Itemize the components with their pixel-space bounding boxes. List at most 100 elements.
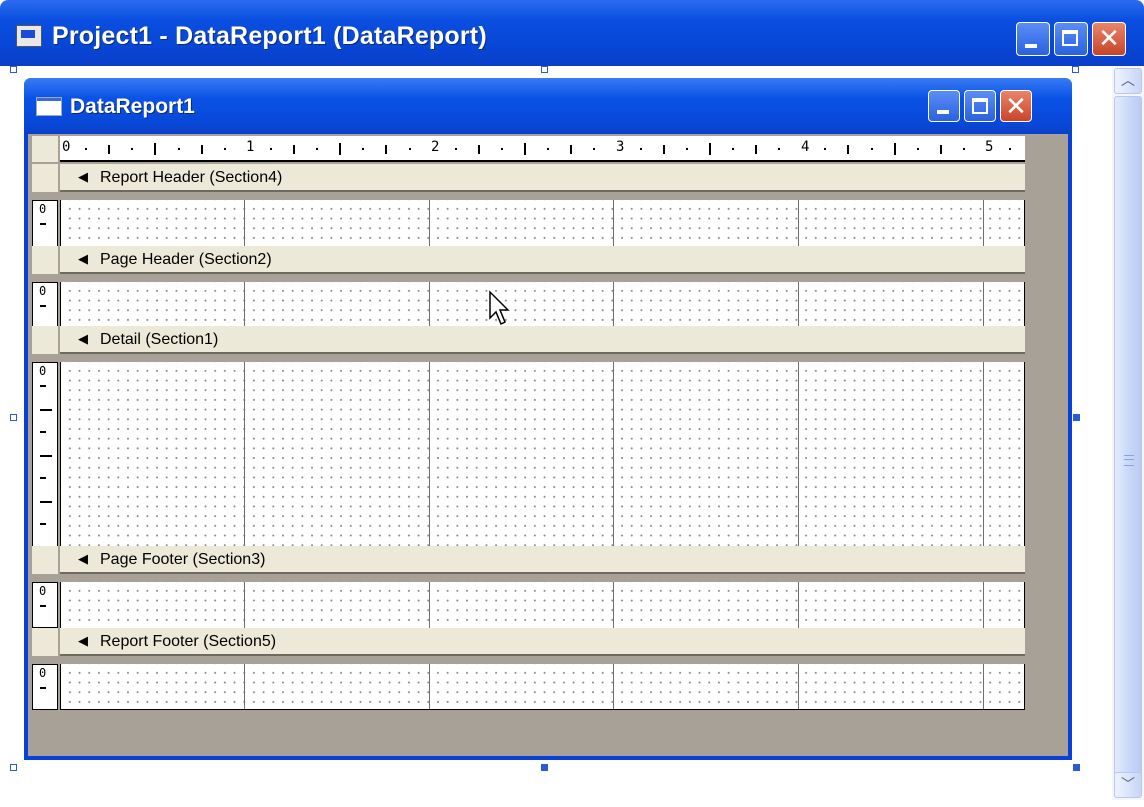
section-bar-corner: [32, 326, 58, 354]
grid-line: [428, 200, 430, 248]
section-label: Detail (Section1): [100, 331, 219, 348]
ruler-tick: [524, 143, 526, 155]
ruler-dot: [108, 145, 111, 154]
section-bar-corner: [32, 628, 58, 656]
grid-line: [243, 582, 245, 628]
section-label: Report Footer (Section5): [100, 633, 277, 650]
resize-handle[interactable]: [10, 414, 17, 421]
ruler-dot: [847, 145, 850, 154]
grid-line: [798, 362, 800, 548]
vb-project-icon: [16, 25, 42, 47]
section-body-page-header[interactable]: [60, 282, 1025, 328]
ruler-label: 0: [39, 364, 47, 378]
outer-title-bar[interactable]: Project1 - DataReport1 (DataReport) ✕: [0, 0, 1144, 66]
vertical-ruler: 0: [32, 362, 58, 548]
grid-line: [243, 362, 245, 548]
grid-line: [983, 664, 984, 709]
section-label: Page Footer (Section3): [100, 551, 266, 568]
grid-line: [983, 282, 984, 328]
ruler-label: 0: [39, 666, 47, 680]
ruler-dot: [293, 145, 295, 154]
grid-line: [243, 664, 245, 709]
section-bar-detail[interactable]: ◀ Detail (Section1): [60, 326, 1025, 354]
ruler-label: 3: [616, 139, 625, 155]
resize-handle[interactable]: [1073, 764, 1080, 771]
ruler-label: 4: [801, 139, 810, 155]
section-body-detail[interactable]: [60, 362, 1025, 548]
ruler-dot: [824, 148, 827, 150]
ruler-dot: [639, 148, 642, 150]
ruler-tick: [708, 143, 711, 155]
section-bar-report-header[interactable]: ◀ Report Header (Section4): [60, 164, 1025, 192]
ruler-dot: [547, 148, 550, 150]
resize-handle[interactable]: [1073, 414, 1080, 421]
ruler-dot: [685, 148, 688, 150]
ruler-label: 0: [62, 139, 71, 155]
close-icon: ✕: [1005, 92, 1027, 122]
grid-line: [243, 282, 245, 328]
section-bar-page-footer[interactable]: ◀ Page Footer (Section3): [60, 546, 1025, 574]
ruler-dot: [570, 145, 573, 154]
grid-line: [798, 282, 800, 328]
ruler-dot: [85, 148, 88, 150]
grid-line: [428, 362, 430, 548]
ruler-tick: [893, 143, 896, 155]
scroll-up-button[interactable]: ︿: [1114, 68, 1142, 94]
ruler-label: 0: [39, 584, 47, 598]
arrow-left-icon: ◀: [78, 332, 88, 347]
datareport-window: DataReport1 ✕ 0 1 2 3 4 5 ◀ Report Heade…: [24, 78, 1072, 760]
close-icon: ✕: [1098, 24, 1120, 54]
ruler-tick: [339, 143, 342, 155]
outer-maximize-button[interactable]: [1054, 22, 1088, 56]
resize-handle[interactable]: [10, 764, 17, 771]
ruler-dot: [731, 148, 734, 150]
section-bar-corner: [32, 546, 58, 574]
resize-handle[interactable]: [1072, 66, 1079, 73]
scroll-down-button[interactable]: ﹀: [1114, 772, 1142, 798]
grid-line: [613, 362, 615, 548]
resize-handle[interactable]: [10, 66, 17, 73]
section-body-page-footer[interactable]: [60, 582, 1025, 628]
section-body-report-header[interactable]: [60, 200, 1025, 248]
arrow-left-icon: ◀: [78, 634, 88, 649]
ruler-dot: [454, 148, 457, 150]
inner-title-bar[interactable]: DataReport1 ✕: [24, 78, 1072, 134]
maximize-icon: [1055, 23, 1087, 55]
ruler-dot: [362, 148, 365, 150]
grid-line: [798, 582, 800, 628]
outer-minimize-button[interactable]: [1016, 22, 1050, 56]
minimize-icon: [1017, 23, 1049, 55]
inner-close-button[interactable]: ✕: [1000, 90, 1032, 122]
inner-maximize-button[interactable]: [964, 90, 996, 122]
resize-handle[interactable]: [541, 764, 548, 771]
grid-line: [613, 200, 615, 248]
section-bar-page-header[interactable]: ◀ Page Header (Section2): [60, 246, 1025, 274]
grid-line: [983, 582, 984, 628]
section-body-report-footer[interactable]: [60, 664, 1025, 710]
vertical-ruler: 0: [32, 664, 58, 710]
scroll-thumb[interactable]: [1114, 96, 1142, 776]
ruler-label: 2: [431, 139, 440, 155]
section-bar-report-footer[interactable]: ◀ Report Footer (Section5): [60, 628, 1025, 656]
grid-line: [428, 582, 430, 628]
ruler-label: 1: [246, 139, 255, 155]
ruler-dot: [916, 148, 919, 150]
ruler-dot: [500, 148, 503, 150]
ruler-dot: [177, 148, 180, 150]
vertical-scrollbar[interactable]: ︿ ﹀: [1112, 66, 1144, 800]
inner-minimize-button[interactable]: [928, 90, 960, 122]
ruler-dot: [870, 148, 873, 150]
resize-handle[interactable]: [541, 66, 548, 73]
grid-line: [983, 362, 984, 548]
ruler-dot: [755, 145, 757, 154]
outer-close-button[interactable]: ✕: [1092, 22, 1126, 56]
mouse-pointer-icon: [489, 290, 510, 326]
grip-icon: [1124, 455, 1134, 466]
ruler-dot: [778, 148, 781, 150]
vertical-ruler: 0: [32, 282, 58, 328]
ruler-dot: [385, 145, 388, 154]
ruler-dot: [131, 148, 134, 150]
grid-line: [428, 282, 430, 328]
section-bar-corner: [32, 246, 58, 274]
grid-line: [243, 200, 245, 248]
